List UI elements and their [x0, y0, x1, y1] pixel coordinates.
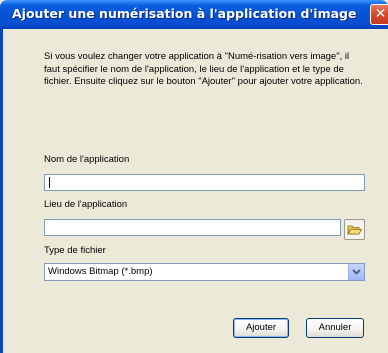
dropdown-button[interactable]	[348, 264, 364, 280]
add-button[interactable]: Ajouter	[233, 318, 289, 338]
file-type-select[interactable]: Windows Bitmap (*.bmp)	[44, 263, 365, 281]
app-location-label: Lieu de l'application	[44, 199, 128, 210]
instructions-text: Si vous voulez changer votre application…	[44, 51, 363, 87]
dialog-window: Ajouter une numérisation à l'application…	[0, 0, 388, 353]
browse-button[interactable]	[344, 219, 365, 240]
window-title: Ajouter une numérisation à l'application…	[12, 6, 357, 21]
close-icon: ✕	[374, 6, 387, 22]
title-bar[interactable]: Ajouter une numérisation à l'application…	[0, 0, 388, 29]
chevron-down-icon	[352, 269, 361, 275]
app-name-input[interactable]	[44, 174, 365, 191]
file-type-label: Type de fichier	[44, 245, 106, 256]
close-button[interactable]: ✕	[370, 4, 388, 25]
folder-open-icon	[347, 225, 363, 235]
app-location-input[interactable]	[44, 219, 341, 236]
text-caret	[49, 177, 50, 188]
cancel-button[interactable]: Annuler	[306, 318, 364, 338]
app-name-label: Nom de l'application	[44, 154, 130, 165]
file-type-value: Windows Bitmap (*.bmp)	[48, 266, 153, 277]
